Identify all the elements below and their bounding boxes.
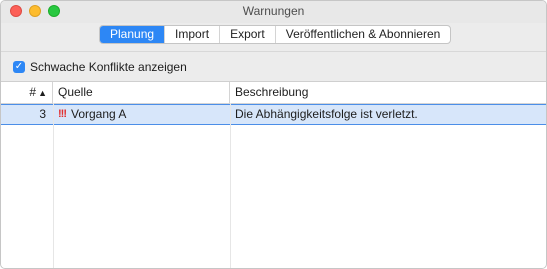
tab-bar: Planung Import Export Veröffentlichen & … [99, 25, 452, 44]
column-header-number-label: # [29, 85, 37, 99]
priority-warning-icon: !!! [58, 108, 67, 120]
column-divider [53, 103, 54, 268]
warnings-table: # ▲ Quelle Beschreibung 3 !!! Vorgang A D… [1, 81, 546, 268]
row-source: Vorgang A [71, 107, 127, 121]
divider [1, 51, 546, 52]
weak-conflicts-option[interactable]: ✓ Schwache Konflikte anzeigen [13, 60, 187, 74]
table-header: # ▲ Quelle Beschreibung [1, 82, 546, 104]
tab-planung[interactable]: Planung [100, 26, 165, 43]
window-title: Warnungen [242, 4, 305, 18]
zoom-window-button[interactable] [48, 5, 60, 17]
tab-publish-subscribe[interactable]: Veröffentlichen & Abonnieren [274, 26, 451, 43]
column-header-description[interactable]: Beschreibung [230, 82, 546, 103]
tab-import[interactable]: Import [164, 26, 219, 43]
row-description: Die Abhängigkeitsfolge ist verletzt. [235, 107, 418, 121]
column-header-number[interactable]: # ▲ [1, 82, 53, 103]
title-bar: Warnungen [1, 1, 546, 23]
column-divider [230, 103, 231, 268]
row-number: 3 [39, 107, 46, 121]
minimize-window-button[interactable] [29, 5, 41, 17]
sort-ascending-icon: ▲ [38, 88, 47, 98]
row-source-cell: !!! Vorgang A [53, 105, 230, 124]
weak-conflicts-label: Schwache Konflikte anzeigen [30, 60, 187, 74]
tab-export[interactable]: Export [219, 26, 275, 43]
table-row[interactable]: 3 !!! Vorgang A Die Abhängigkeitsfolge i… [1, 104, 546, 125]
weak-conflicts-checkbox[interactable]: ✓ [13, 61, 25, 73]
close-window-button[interactable] [10, 5, 22, 17]
window-controls [10, 5, 60, 17]
column-header-source[interactable]: Quelle [53, 82, 230, 103]
warnings-window: Warnungen Planung Import Export Veröffen… [0, 0, 547, 269]
